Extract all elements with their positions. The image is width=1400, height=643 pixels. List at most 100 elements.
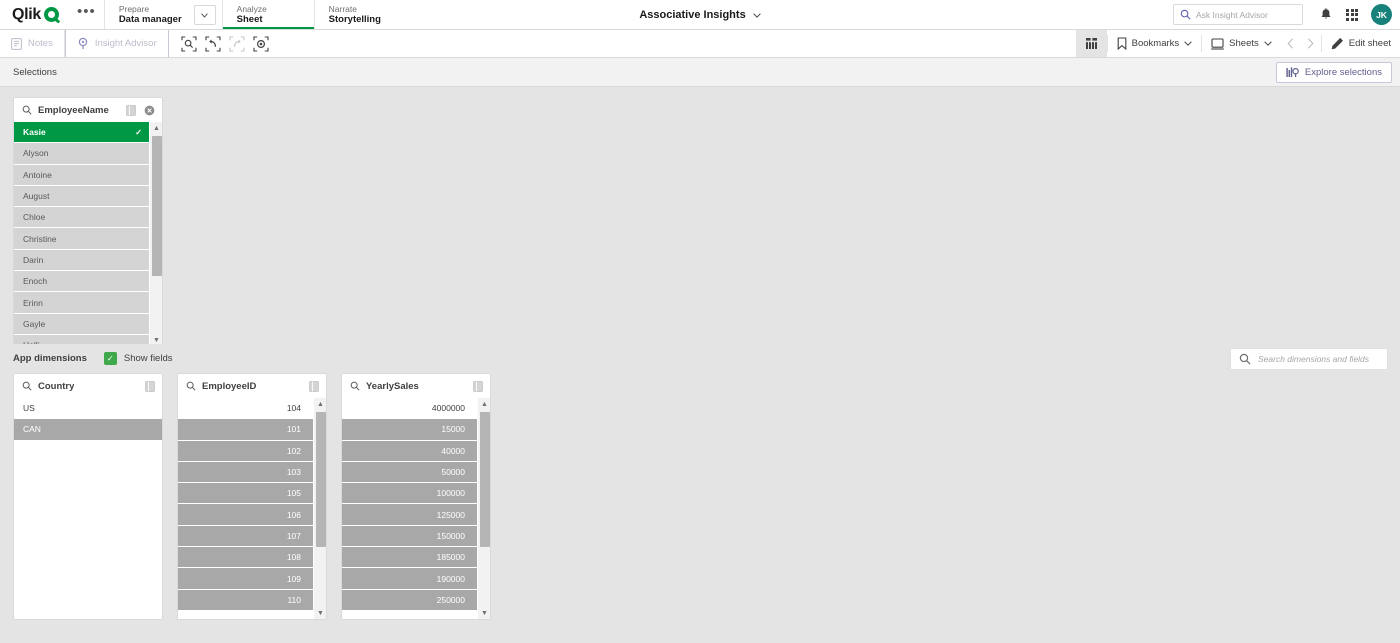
edit-sheet-button[interactable]: Edit sheet [1322, 30, 1400, 57]
show-fields-checkbox[interactable]: ✓ [103, 352, 117, 365]
list-item[interactable]: US [14, 398, 162, 420]
list-item[interactable]: 250000 [342, 589, 477, 611]
list-item[interactable]: 150000 [342, 525, 477, 548]
list-item-label: Gayle [23, 318, 46, 329]
listbox-view-icon[interactable] [309, 380, 319, 392]
list-item-label: Erinn [23, 297, 43, 308]
sheet-icon [1211, 37, 1224, 50]
list-item[interactable]: CAN [14, 419, 162, 441]
list-item[interactable]: 103 [178, 461, 313, 484]
scroll-down-icon[interactable]: ▼ [478, 607, 490, 619]
listbox-yearlysales-scrollbar[interactable]: ▲ ▼ [477, 398, 490, 619]
step-back-icon[interactable] [203, 34, 223, 54]
scroll-up-icon[interactable]: ▲ [478, 398, 490, 410]
list-item[interactable]: 102 [178, 440, 313, 462]
show-fields-label[interactable]: Show fields [124, 353, 173, 364]
listbox-employeename-header: EmployeeName [14, 98, 162, 122]
list-item[interactable]: Darin [14, 249, 149, 272]
list-item[interactable]: 101 [178, 419, 313, 441]
list-item[interactable]: Antoine [14, 164, 149, 186]
qlik-logo[interactable]: Qlik [0, 0, 69, 29]
list-item[interactable]: Erinn [14, 292, 149, 314]
bookmarks-button[interactable]: Bookmarks [1108, 30, 1202, 57]
list-item[interactable]: 4000000 [342, 398, 477, 420]
notes-button[interactable]: Notes [0, 30, 65, 57]
list-item[interactable]: 50000 [342, 461, 477, 484]
listbox-country-body: US CAN [14, 398, 162, 619]
list-item[interactable]: Alyson [14, 143, 149, 165]
list-item[interactable]: 104 [178, 398, 313, 420]
dimensions-search-input[interactable]: Search dimensions and fields [1258, 354, 1369, 364]
listbox-employeename-scrollbar[interactable]: ▲ ▼ [149, 122, 162, 346]
list-item[interactable]: 40000 [342, 440, 477, 462]
list-item[interactable]: 107 [178, 525, 313, 548]
apps-launcher-button[interactable] [1339, 2, 1365, 28]
listbox-yearlysales-rows: 4000000 15000 40000 50000 100000 125000 … [342, 398, 477, 619]
scrollbar-thumb[interactable] [315, 412, 326, 547]
list-item[interactable]: 125000 [342, 504, 477, 526]
edit-sheet-label: Edit sheet [1348, 38, 1391, 49]
selections-bar-label: Selections [13, 66, 57, 78]
list-item[interactable]: 108 [178, 547, 313, 569]
scroll-down-icon[interactable]: ▼ [314, 607, 326, 619]
list-item[interactable]: August [14, 185, 149, 208]
scrollbar-thumb[interactable] [479, 412, 490, 547]
insight-advisor-button[interactable]: Insight Advisor [64, 30, 169, 57]
selection-search-icon[interactable] [179, 34, 199, 54]
list-item-label: Darin [23, 254, 44, 265]
document-title-chevron-down-icon[interactable] [752, 12, 761, 18]
list-item-label: Enoch [23, 276, 48, 287]
list-item[interactable]: 110 [178, 589, 313, 611]
dimensions-search[interactable]: Search dimensions and fields [1230, 348, 1388, 370]
notifications-button[interactable] [1313, 2, 1339, 28]
nav-tab-prepare[interactable]: Prepare Data manager [103, 0, 222, 29]
list-item[interactable]: 185000 [342, 547, 477, 569]
sheet-grid-button[interactable] [1075, 30, 1107, 57]
scroll-up-icon[interactable]: ▲ [314, 398, 326, 410]
list-item[interactable]: 106 [178, 504, 313, 526]
scroll-up-icon[interactable]: ▲ [150, 122, 162, 134]
nav-tab-analyze[interactable]: Analyze Sheet [221, 0, 314, 29]
nav-tab-prepare-label: Data manager [118, 14, 182, 25]
listbox-employeename: EmployeeName Kasie ✓ Alyson Antoine Augu… [13, 97, 163, 347]
clear-circle-icon[interactable] [144, 105, 155, 116]
list-item[interactable]: Christine [14, 228, 149, 250]
listbox-employeename-body: Kasie ✓ Alyson Antoine August Chloe Chri… [14, 122, 162, 346]
listbox-view-icon[interactable] [126, 104, 136, 116]
list-item[interactable]: Chloe [14, 207, 149, 229]
prev-sheet-button[interactable] [1281, 30, 1301, 57]
list-item[interactable]: 105 [178, 483, 313, 505]
list-item[interactable]: Enoch [14, 271, 149, 293]
insight-advisor-search[interactable]: Ask Insight Advisor [1173, 4, 1303, 25]
search-icon[interactable] [22, 105, 32, 115]
overflow-menu-button[interactable]: ••• [69, 0, 104, 29]
selection-tools [169, 30, 281, 57]
listbox-view-icon[interactable] [473, 380, 483, 392]
prepare-chevron-down-icon[interactable] [193, 5, 216, 25]
sheets-button[interactable]: Sheets [1202, 30, 1281, 57]
search-input[interactable]: Ask Insight Advisor [1196, 10, 1268, 20]
list-item-label: 250000 [436, 594, 465, 605]
list-item[interactable]: 15000 [342, 419, 477, 441]
list-item[interactable]: 100000 [342, 483, 477, 505]
next-sheet-button[interactable] [1301, 30, 1321, 57]
search-icon[interactable] [350, 381, 360, 391]
list-item[interactable]: 190000 [342, 568, 477, 590]
list-item[interactable]: Kasie ✓ [14, 122, 149, 144]
listbox-view-icon[interactable] [145, 380, 155, 392]
listbox-employeeid-actions [309, 380, 319, 392]
list-item-label: 108 [286, 552, 301, 563]
nav-tab-narrate[interactable]: Narrate Storytelling [313, 0, 406, 29]
explore-selections-button[interactable]: Explore selections [1275, 62, 1392, 83]
search-icon[interactable] [186, 381, 196, 391]
listbox-employeeid-scrollbar[interactable]: ▲ ▼ [313, 398, 326, 619]
avatar[interactable]: JK [1371, 4, 1392, 25]
analysis-toolbar: Notes Insight Advisor Bookmarks Sheets E… [0, 30, 1400, 58]
clear-selections-icon[interactable] [251, 34, 271, 54]
explore-selections-label: Explore selections [1304, 67, 1382, 78]
list-item-label: 110 [287, 594, 301, 605]
list-item[interactable]: 109 [178, 568, 313, 590]
scrollbar-thumb[interactable] [151, 136, 162, 276]
search-icon[interactable] [22, 381, 32, 391]
list-item[interactable]: Gayle [14, 313, 149, 335]
